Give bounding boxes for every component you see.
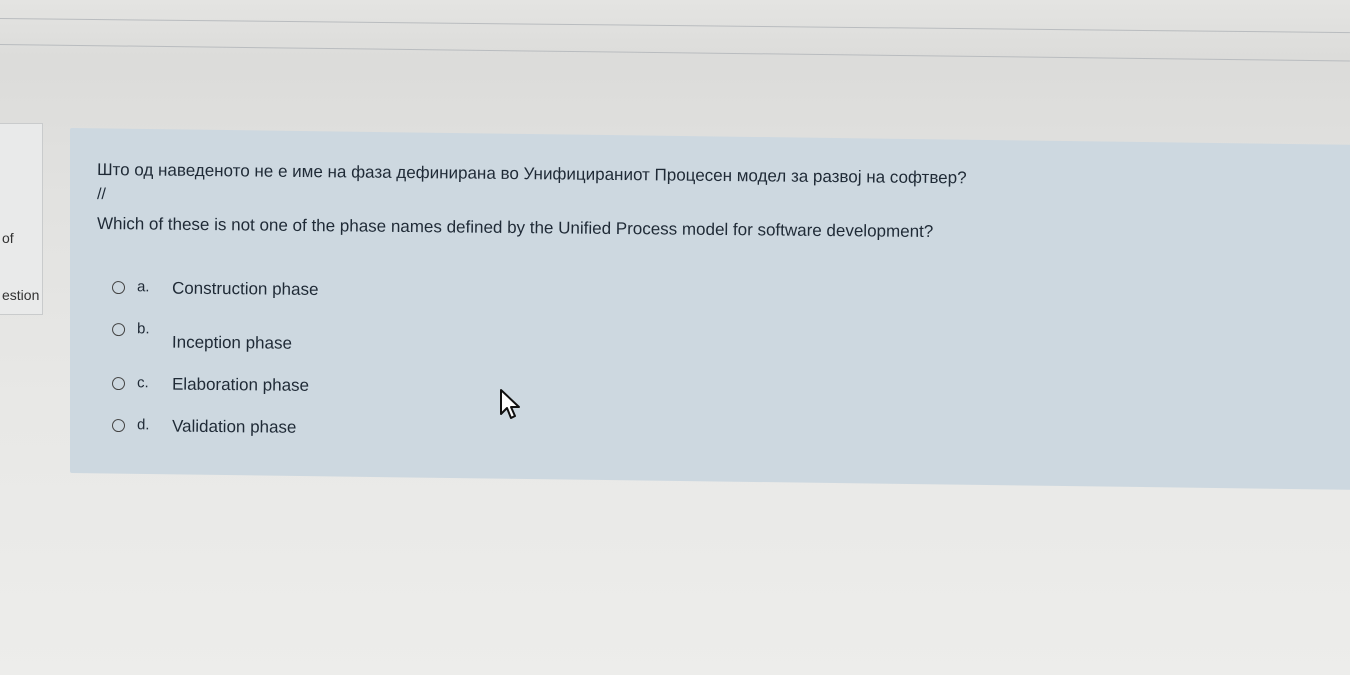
option-letter: c. [136, 374, 149, 392]
option-letter: a. [136, 278, 150, 296]
flag-question-label[interactable]: estion [2, 287, 39, 303]
answer-option-b[interactable]: b. Inception phase [112, 320, 292, 354]
divider-line [0, 44, 1350, 62]
radio-button[interactable] [111, 419, 126, 433]
option-letter: b. [136, 320, 150, 338]
answer-option-c[interactable]: c. Elaboration phase [111, 374, 309, 396]
page-header-area [0, 0, 1350, 62]
option-label[interactable]: Construction phase [172, 279, 319, 300]
question-info-box: of estion [0, 123, 43, 315]
option-letter: d. [136, 416, 150, 434]
radio-button[interactable] [112, 323, 126, 337]
radio-button[interactable] [111, 377, 126, 391]
divider-line [0, 18, 1350, 34]
option-label[interactable]: Elaboration phase [172, 375, 309, 396]
mouse-pointer-icon [500, 389, 520, 419]
option-label[interactable]: Inception phase [172, 333, 292, 354]
option-label[interactable]: Validation phase [172, 417, 297, 438]
answer-option-d[interactable]: d. Validation phase [111, 416, 297, 438]
radio-button[interactable] [111, 281, 126, 295]
answer-option-a[interactable]: a. Construction phase [111, 278, 319, 300]
question-count-label: of [2, 230, 14, 246]
question-separator: // [96, 186, 106, 204]
